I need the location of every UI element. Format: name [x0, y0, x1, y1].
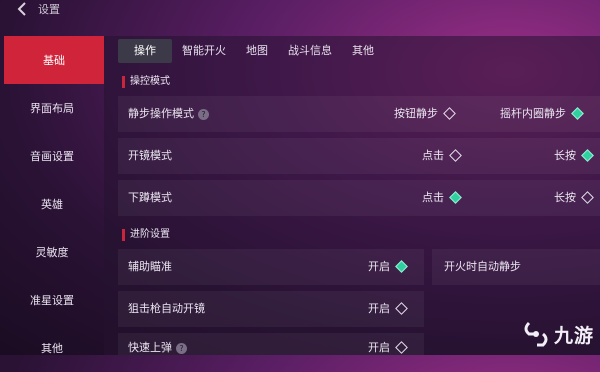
option-hold[interactable]: 长按 [554, 138, 594, 174]
toggle-aim-assist[interactable]: 开启 [368, 249, 408, 285]
watermark: 九游 [521, 319, 594, 349]
sidebar-item-other[interactable]: 其他 [0, 324, 104, 372]
tab-smart-fire[interactable]: 智能开火 [172, 39, 236, 63]
setting-row-silent-step: 静步操作模式? 按钮静步 摇杆内圈静步 [118, 96, 600, 132]
diamond-check-icon [581, 148, 594, 162]
watermark-text: 九游 [553, 324, 594, 347]
diamond-check-icon [571, 106, 584, 120]
sidebar-item-sensitivity[interactable]: 灵敏度 [0, 228, 104, 276]
tab-map[interactable]: 地图 [236, 39, 278, 63]
tab-bar: 操作 智能开火 地图 战斗信息 其他 [118, 38, 384, 64]
diamond-radio-icon [581, 190, 594, 204]
diamond-radio-icon [395, 340, 408, 354]
tab-operation[interactable]: 操作 [118, 39, 172, 63]
setting-label: 下蹲模式 [128, 191, 172, 204]
diamond-radio-icon [449, 148, 462, 162]
setting-row-sniper-auto-scope: 狙击枪自动开镜 开启 [118, 291, 424, 327]
sidebar-item-crosshair[interactable]: 准星设置 [0, 276, 104, 324]
diamond-check-icon [395, 259, 408, 273]
tab-combat-info[interactable]: 战斗信息 [278, 39, 342, 63]
setting-label: 开火时自动静步 [444, 260, 521, 273]
top-bar: 设置 [0, 0, 600, 30]
setting-row-aim-assist: 辅助瞄准 开启 [118, 249, 424, 285]
setting-label: 狙击枪自动开镜 [128, 302, 205, 315]
sidebar-item-layout[interactable]: 界面布局 [0, 84, 104, 132]
sidebar-item-label: 音画设置 [30, 150, 74, 163]
page-title: 设置 [38, 3, 60, 16]
setting-row-fire-auto-silent: 开火时自动静步 [432, 249, 600, 285]
sidebar-item-audio-video[interactable]: 音画设置 [0, 132, 104, 180]
tab-other[interactable]: 其他 [342, 39, 384, 63]
sidebar-item-label: 英雄 [41, 198, 63, 211]
sidebar: 基础 界面布局 音画设置 英雄 灵敏度 准星设置 其他 [0, 36, 104, 355]
sidebar-item-basic[interactable]: 基础 [4, 36, 104, 84]
sidebar-item-hero[interactable]: 英雄 [0, 180, 104, 228]
sidebar-item-label: 基础 [43, 54, 65, 67]
setting-label: 静步操作模式? [128, 96, 209, 132]
setting-label: 快速上弹? [128, 333, 187, 363]
setting-row-scope-mode: 开镜模式 点击 长按 [118, 138, 600, 174]
setting-label: 开镜模式 [128, 149, 172, 162]
option-tap[interactable]: 点击 [422, 138, 462, 174]
diamond-radio-icon [443, 106, 456, 120]
option-hold[interactable]: 长按 [554, 180, 594, 216]
help-icon[interactable]: ? [198, 108, 209, 120]
chevron-left-icon[interactable] [14, 0, 32, 18]
section-title-control-mode: 操控模式 [118, 72, 170, 92]
jiuyou-logo-icon [521, 319, 551, 349]
diamond-check-icon [449, 190, 462, 204]
option-button-silent-step[interactable]: 按钮静步 [394, 96, 456, 132]
sidebar-item-label: 界面布局 [30, 102, 74, 115]
option-tap[interactable]: 点击 [422, 180, 462, 216]
sidebar-item-label: 其他 [41, 342, 63, 355]
setting-row-quick-reload: 快速上弹? 开启 [118, 333, 424, 355]
setting-row-crouch-mode: 下蹲模式 点击 长按 [118, 180, 600, 216]
setting-label: 辅助瞄准 [128, 260, 172, 273]
toggle-quick-reload[interactable]: 开启 [368, 333, 408, 363]
section-title-advanced: 进阶设置 [118, 225, 170, 245]
help-icon[interactable]: ? [176, 342, 187, 354]
diamond-radio-icon [395, 301, 408, 315]
sidebar-item-label: 灵敏度 [35, 246, 69, 259]
sidebar-item-label: 准星设置 [30, 294, 74, 307]
toggle-sniper-auto-scope[interactable]: 开启 [368, 291, 408, 327]
option-joystick-silent-step[interactable]: 摇杆内圈静步 [500, 96, 584, 132]
